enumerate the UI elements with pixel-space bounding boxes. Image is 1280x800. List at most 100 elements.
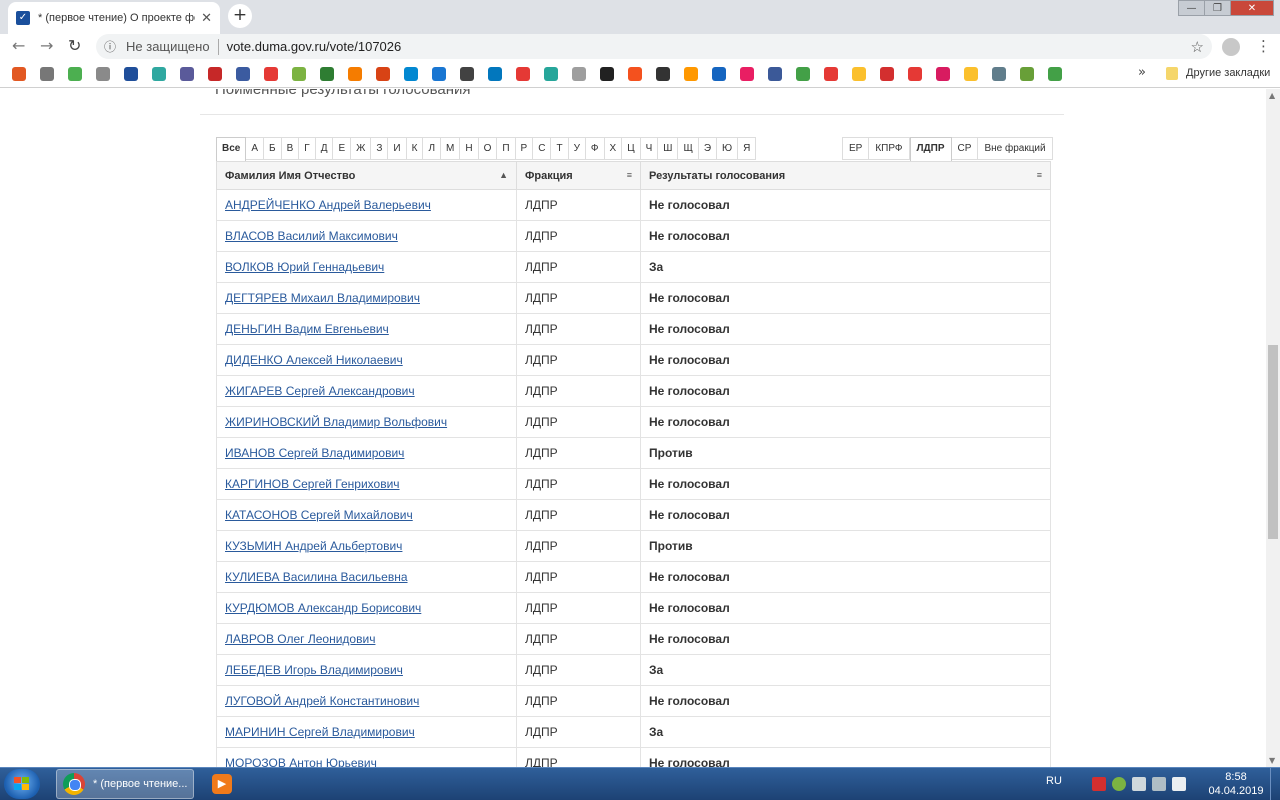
bookmark-star-icon[interactable]: ☆ — [1191, 38, 1204, 56]
bookmark-favicon-icon[interactable] — [544, 67, 558, 81]
bookmark-favicon-icon[interactable] — [460, 67, 474, 81]
letter-filter-8[interactable]: З — [371, 137, 389, 160]
browser-menu-icon[interactable]: ⋮ — [1256, 37, 1271, 55]
letter-filter-6[interactable]: Е — [333, 137, 352, 160]
bookmark-favicon-icon[interactable] — [376, 67, 390, 81]
start-button[interactable] — [4, 769, 40, 799]
minimize-icon[interactable]: — — [1178, 0, 1205, 16]
letter-filter-15[interactable]: П — [497, 137, 516, 160]
bookmark-favicon-icon[interactable] — [824, 67, 838, 81]
bookmark-favicon-icon[interactable] — [712, 67, 726, 81]
letter-filter-3[interactable]: В — [281, 137, 300, 160]
bookmark-favicon-icon[interactable] — [908, 67, 922, 81]
info-icon[interactable]: ⓘ — [104, 38, 120, 55]
bookmark-favicon-icon[interactable] — [292, 67, 306, 81]
bookmark-favicon-icon[interactable] — [96, 67, 110, 81]
bookmark-favicon-icon[interactable] — [488, 67, 502, 81]
deputy-name-link[interactable]: ДЕНЬГИН Вадим Евгеньевич — [225, 322, 389, 336]
column-menu-icon[interactable]: ≡ — [627, 170, 632, 180]
back-arrow-icon[interactable]: ← — [12, 36, 25, 55]
scroll-down-icon[interactable]: ▼ — [1269, 756, 1275, 765]
network-icon[interactable] — [1152, 777, 1166, 791]
bookmark-favicon-icon[interactable] — [964, 67, 978, 81]
ati-icon[interactable] — [1092, 777, 1106, 791]
bookmark-favicon-icon[interactable] — [264, 67, 278, 81]
letter-filter-19[interactable]: У — [568, 137, 586, 160]
page-scrollbar[interactable]: ▲ ▼ — [1266, 89, 1280, 767]
scrollbar-thumb[interactable] — [1268, 345, 1278, 539]
sort-asc-icon[interactable]: ▲ — [499, 170, 508, 180]
bookmark-favicon-icon[interactable] — [236, 67, 250, 81]
profile-avatar[interactable] — [1222, 38, 1240, 56]
bookmark-favicon-icon[interactable] — [628, 67, 642, 81]
url-text[interactable]: vote.duma.gov.ru/vote/107026 — [227, 39, 402, 54]
bookmark-favicon-icon[interactable] — [600, 67, 614, 81]
other-bookmarks[interactable]: Другие закладки — [1186, 67, 1270, 79]
deputy-name-link[interactable]: ЛУГОВОЙ Андрей Константинович — [225, 694, 419, 708]
deputy-name-link[interactable]: ДЕГТЯРЕВ Михаил Владимирович — [225, 291, 420, 305]
deputy-name-link[interactable]: КУРДЮМОВ Александр Борисович — [225, 601, 421, 615]
letter-filter-2[interactable]: Б — [264, 137, 282, 160]
deputy-name-link[interactable]: КУЛИЕВА Василина Васильевна — [225, 570, 408, 584]
letter-filter-22[interactable]: Ц — [622, 137, 641, 160]
bookmark-favicon-icon[interactable] — [768, 67, 782, 81]
deputy-name-link[interactable]: КАРГИНОВ Сергей Генрихович — [225, 477, 400, 491]
new-tab-button[interactable]: + — [228, 4, 252, 28]
faction-tab-4[interactable]: Вне фракций — [978, 137, 1053, 160]
deputy-name-link[interactable]: КУЗЬМИН Андрей Альбертович — [225, 539, 402, 553]
letter-filter-11[interactable]: Л — [423, 137, 441, 160]
letter-filter-27[interactable]: Ю — [717, 137, 739, 160]
clock[interactable]: 8:58 04.04.2019 — [1206, 770, 1266, 798]
letter-filter-24[interactable]: Ш — [658, 137, 679, 160]
deputy-name-link[interactable]: ЛЕБЕДЕВ Игорь Владимирович — [225, 663, 403, 677]
bookmark-favicon-icon[interactable] — [684, 67, 698, 81]
tab-close-icon[interactable]: ✕ — [201, 11, 212, 26]
bookmark-favicon-icon[interactable] — [796, 67, 810, 81]
deputy-name-link[interactable]: АНДРЕЙЧЕНКО Андрей Валерьевич — [225, 198, 431, 212]
monitor-icon[interactable] — [1132, 777, 1146, 791]
deputy-name-link[interactable]: КАТАСОНОВ Сергей Михайлович — [225, 508, 413, 522]
deputy-name-link[interactable]: ЖИРИНОВСКИЙ Владимир Вольфович — [225, 415, 447, 429]
bookmark-favicon-icon[interactable] — [124, 67, 138, 81]
deputy-name-link[interactable]: ИВАНОВ Сергей Владимирович — [225, 446, 404, 460]
letter-filter-12[interactable]: М — [441, 137, 461, 160]
bookmark-favicon-icon[interactable] — [12, 67, 26, 81]
deputy-name-link[interactable]: ВЛАСОВ Василий Максимович — [225, 229, 398, 243]
bookmark-favicon-icon[interactable] — [348, 67, 362, 81]
letter-filter-13[interactable]: Н — [460, 137, 479, 160]
column-header-faction[interactable]: Фракция ≡ — [516, 161, 641, 190]
security-status[interactable]: Не защищено — [126, 39, 210, 54]
letter-filter-21[interactable]: Х — [604, 137, 623, 160]
letter-filter-28[interactable]: Я — [738, 137, 757, 160]
letter-filter-17[interactable]: С — [533, 137, 552, 160]
deputy-name-link[interactable]: ЖИГАРЕВ Сергей Александрович — [225, 384, 415, 398]
scroll-up-icon[interactable]: ▲ — [1269, 91, 1275, 100]
faction-tab-1[interactable]: КПРФ — [869, 137, 910, 160]
taskbar-chrome[interactable]: * (первое чтение... — [56, 769, 194, 799]
language-indicator[interactable]: RU — [1046, 775, 1062, 787]
bookmark-favicon-icon[interactable] — [516, 67, 530, 81]
bookmark-favicon-icon[interactable] — [320, 67, 334, 81]
bookmark-favicon-icon[interactable] — [992, 67, 1006, 81]
show-desktop-button[interactable] — [1270, 768, 1280, 800]
column-header-result[interactable]: Результаты голосования ≡ — [640, 161, 1051, 190]
bookmark-favicon-icon[interactable] — [852, 67, 866, 81]
volume-icon[interactable] — [1172, 777, 1186, 791]
bookmark-favicon-icon[interactable] — [656, 67, 670, 81]
bookmark-favicon-icon[interactable] — [880, 67, 894, 81]
letter-filter-20[interactable]: Ф — [585, 137, 605, 160]
close-window-icon[interactable]: ✕ — [1230, 0, 1274, 16]
faction-tab-3[interactable]: СР — [951, 137, 979, 160]
bookmark-favicon-icon[interactable] — [936, 67, 950, 81]
faction-tab-0[interactable]: ЕР — [842, 137, 870, 160]
address-bar[interactable]: ⓘ Не защищено vote.duma.gov.ru/vote/1070… — [96, 34, 1212, 59]
column-menu-icon[interactable]: ≡ — [1037, 170, 1042, 180]
bookmark-favicon-icon[interactable] — [1020, 67, 1034, 81]
letter-filter-18[interactable]: Т — [551, 137, 569, 160]
bookmark-favicon-icon[interactable] — [180, 67, 194, 81]
deputy-name-link[interactable]: ЛАВРОВ Олег Леонидович — [225, 632, 375, 646]
letter-filter-0[interactable]: Все — [216, 137, 247, 162]
bookmark-favicon-icon[interactable] — [152, 67, 166, 81]
reload-icon[interactable]: ↻ — [68, 36, 81, 55]
bookmark-favicon-icon[interactable] — [40, 67, 54, 81]
